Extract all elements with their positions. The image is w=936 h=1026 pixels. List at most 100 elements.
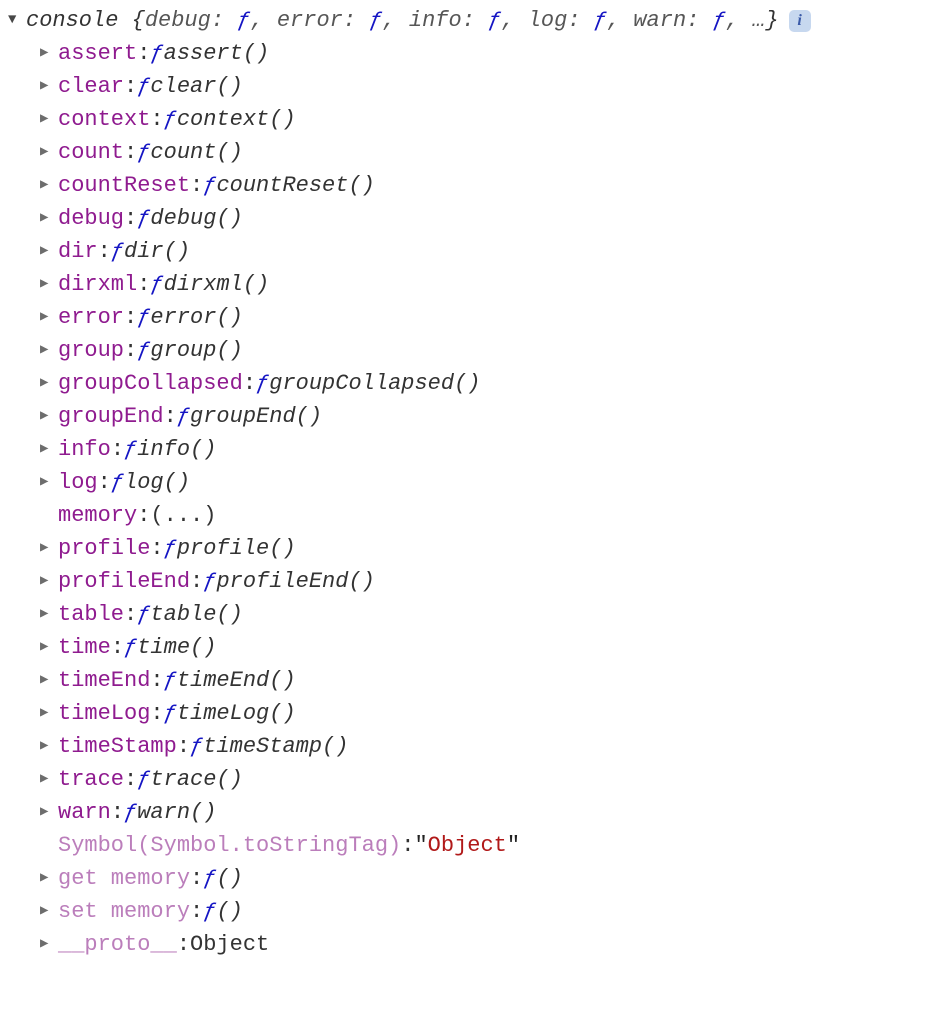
property-row[interactable]: ▶groupEnd: ƒ groupEnd() — [8, 400, 928, 433]
object-tree: ▼ console {debug: ƒ, error: ƒ, info: ƒ, … — [8, 4, 928, 961]
property-key: timeEnd — [58, 664, 150, 697]
colon-separator: : — [177, 928, 190, 961]
info-icon[interactable]: i — [789, 10, 811, 32]
colon-separator: : — [124, 334, 137, 367]
caret-right-icon[interactable]: ▶ — [40, 136, 58, 169]
caret-right-icon[interactable]: ▶ — [40, 367, 58, 400]
caret-right-icon[interactable]: ▶ — [40, 565, 58, 598]
caret-right-icon[interactable]: ▶ — [40, 268, 58, 301]
colon-separator: : — [190, 895, 203, 928]
caret-right-icon[interactable]: ▶ — [40, 466, 58, 499]
property-row[interactable]: ▶time: ƒ time() — [8, 631, 928, 664]
property-row[interactable]: ▶count: ƒ count() — [8, 136, 928, 169]
property-row[interactable]: ▶trace: ƒ trace() — [8, 763, 928, 796]
property-row[interactable]: ▶log: ƒ log() — [8, 466, 928, 499]
object-header-row[interactable]: ▼ console {debug: ƒ, error: ƒ, info: ƒ, … — [8, 4, 928, 37]
function-symbol: ƒ — [124, 433, 137, 466]
caret-right-icon[interactable]: ▶ — [40, 664, 58, 697]
property-key: memory — [58, 499, 137, 532]
caret-right-icon[interactable]: ▶ — [40, 631, 58, 664]
caret-right-icon[interactable]: ▶ — [40, 598, 58, 631]
function-name: groupEnd() — [190, 400, 322, 433]
property-row[interactable]: ▶table: ƒ table() — [8, 598, 928, 631]
property-row[interactable]: ▶context: ƒ context() — [8, 103, 928, 136]
function-name: context() — [177, 103, 296, 136]
function-symbol: ƒ — [203, 169, 216, 202]
colon-separator: : — [111, 631, 124, 664]
property-row[interactable]: ▶debug: ƒ debug() — [8, 202, 928, 235]
colon-separator: : — [243, 367, 256, 400]
property-row[interactable]: ▶timeLog: ƒ timeLog() — [8, 697, 928, 730]
caret-right-icon[interactable]: ▶ — [40, 697, 58, 730]
function-symbol: ƒ — [137, 598, 150, 631]
property-row[interactable]: ▶warn: ƒ warn() — [8, 796, 928, 829]
property-key: warn — [58, 796, 111, 829]
property-row[interactable]: ▶timeEnd: ƒ timeEnd() — [8, 664, 928, 697]
caret-right-icon[interactable]: ▶ — [40, 532, 58, 565]
property-row[interactable]: ▶countReset: ƒ countReset() — [8, 169, 928, 202]
caret-right-icon[interactable]: ▶ — [40, 334, 58, 367]
caret-right-icon[interactable]: ▶ — [40, 70, 58, 103]
caret-right-icon[interactable]: ▶ — [40, 433, 58, 466]
caret-right-icon[interactable]: ▶ — [40, 103, 58, 136]
function-name: profile() — [177, 532, 296, 565]
colon-separator: : — [124, 301, 137, 334]
function-name: profileEnd() — [216, 565, 374, 598]
caret-right-icon[interactable]: ▶ — [40, 763, 58, 796]
colon-separator: : — [190, 565, 203, 598]
caret-right-icon[interactable]: ▶ — [40, 796, 58, 829]
object-children: ▶assert: ƒ assert()▶clear: ƒ clear()▶con… — [8, 37, 928, 961]
property-key: dirxml — [58, 268, 137, 301]
string-quote: " — [414, 829, 427, 862]
property-row[interactable]: ▶profile: ƒ profile() — [8, 532, 928, 565]
property-row[interactable]: ▶error: ƒ error() — [8, 301, 928, 334]
property-value[interactable]: (...) — [150, 499, 216, 532]
function-symbol: ƒ — [203, 862, 216, 895]
property-key: timeLog — [58, 697, 150, 730]
property-key: get memory — [58, 862, 190, 895]
property-row[interactable]: ▶__proto__: Object — [8, 928, 928, 961]
property-key: profileEnd — [58, 565, 190, 598]
function-symbol: ƒ — [137, 334, 150, 367]
property-row[interactable]: ▶timeStamp: ƒ timeStamp() — [8, 730, 928, 763]
property-key: countReset — [58, 169, 190, 202]
colon-separator: : — [98, 466, 111, 499]
caret-down-icon[interactable]: ▼ — [8, 4, 26, 37]
function-name: count() — [150, 136, 242, 169]
colon-separator: : — [98, 235, 111, 268]
property-row[interactable]: ▶groupCollapsed: ƒ groupCollapsed() — [8, 367, 928, 400]
function-symbol: ƒ — [124, 631, 137, 664]
caret-right-icon[interactable]: ▶ — [40, 37, 58, 70]
property-row[interactable]: ▶set memory: ƒ () — [8, 895, 928, 928]
colon-separator: : — [111, 796, 124, 829]
function-symbol: ƒ — [137, 763, 150, 796]
caret-right-icon[interactable]: ▶ — [40, 235, 58, 268]
property-row[interactable]: ▶get memory: ƒ () — [8, 862, 928, 895]
colon-separator: : — [150, 697, 163, 730]
function-name: assert() — [164, 37, 270, 70]
function-symbol: ƒ — [203, 895, 216, 928]
colon-separator: : — [124, 202, 137, 235]
property-key: trace — [58, 763, 124, 796]
property-row[interactable]: ▶assert: ƒ assert() — [8, 37, 928, 70]
property-row[interactable]: ▶info: ƒ info() — [8, 433, 928, 466]
property-value: Object — [190, 928, 269, 961]
property-row[interactable]: ▶profileEnd: ƒ profileEnd() — [8, 565, 928, 598]
property-row[interactable]: ▶dir: ƒ dir() — [8, 235, 928, 268]
property-row[interactable]: ▶group: ƒ group() — [8, 334, 928, 367]
colon-separator: : — [137, 499, 150, 532]
property-row[interactable]: ▶dirxml: ƒ dirxml() — [8, 268, 928, 301]
property-key: set memory — [58, 895, 190, 928]
property-row[interactable]: ▶clear: ƒ clear() — [8, 70, 928, 103]
caret-right-icon[interactable]: ▶ — [40, 301, 58, 334]
caret-right-icon[interactable]: ▶ — [40, 928, 58, 961]
caret-right-icon[interactable]: ▶ — [40, 730, 58, 763]
caret-right-icon[interactable]: ▶ — [40, 169, 58, 202]
function-symbol: ƒ — [164, 532, 177, 565]
caret-right-icon[interactable]: ▶ — [40, 400, 58, 433]
caret-right-icon[interactable]: ▶ — [40, 202, 58, 235]
caret-right-icon[interactable]: ▶ — [40, 895, 58, 928]
caret-right-icon[interactable]: ▶ — [40, 862, 58, 895]
function-name: dirxml() — [164, 268, 270, 301]
colon-separator: : — [111, 433, 124, 466]
